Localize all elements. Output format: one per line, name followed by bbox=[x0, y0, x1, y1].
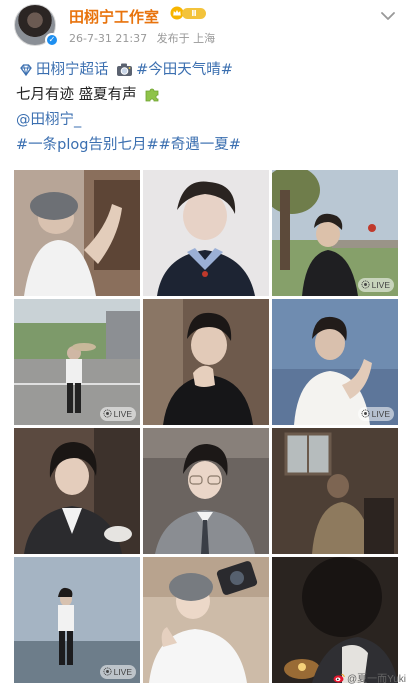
photo-8-image bbox=[143, 428, 269, 554]
mention-link[interactable]: @田栩宁_ bbox=[16, 112, 81, 128]
photo-2[interactable] bbox=[143, 170, 269, 296]
content-line-3: @田栩宁_ bbox=[16, 108, 400, 133]
chevron-down-icon[interactable] bbox=[380, 10, 396, 22]
live-photo-icon bbox=[103, 667, 112, 676]
content-line-4: #一条plog告别七月##奇遇一夏# bbox=[16, 133, 400, 158]
hashtag-link-weather[interactable]: #今田天气晴# bbox=[136, 62, 233, 78]
vip-level-badge: Ⅱ bbox=[170, 5, 208, 21]
verified-icon: ✓ bbox=[45, 33, 59, 47]
weibo-icon bbox=[333, 673, 345, 683]
super-topic-link[interactable]: 田栩宁超话 bbox=[36, 62, 109, 78]
content-line-2: 七月有迹 盛夏有声 bbox=[16, 83, 400, 108]
watermark-text: @夏一而Yuki bbox=[346, 674, 406, 685]
live-label: LIVE bbox=[371, 280, 390, 290]
author-name[interactable]: 田栩宁工作室 bbox=[69, 6, 159, 27]
photo-9[interactable] bbox=[272, 428, 398, 554]
post-content: 田栩宁超话 #今田天气晴# 七月有迹 盛夏有声 @田栩宁_ #一条plog告别七… bbox=[16, 58, 400, 158]
photo-1[interactable] bbox=[14, 170, 140, 296]
post-location: 发布于 上海 bbox=[156, 32, 216, 45]
photo-5[interactable] bbox=[143, 299, 269, 425]
photo-6[interactable]: LIVE bbox=[272, 299, 398, 425]
live-photo-icon bbox=[361, 409, 370, 418]
level-text: Ⅱ bbox=[182, 8, 206, 19]
live-label: LIVE bbox=[113, 667, 132, 677]
live-label: LIVE bbox=[371, 409, 390, 419]
live-badge: LIVE bbox=[99, 665, 136, 679]
photo-1-image bbox=[14, 170, 140, 296]
photo-9-image bbox=[272, 428, 398, 554]
photo-8[interactable] bbox=[143, 428, 269, 554]
puzzle-icon bbox=[145, 88, 159, 102]
post-meta: 26-7-31 21:37 发布于 上海 bbox=[69, 30, 221, 46]
photo-7-image bbox=[14, 428, 140, 554]
live-badge: LIVE bbox=[99, 407, 136, 421]
photo-12[interactable] bbox=[272, 557, 398, 683]
photo-10[interactable]: LIVE bbox=[14, 557, 140, 683]
photo-12-image bbox=[272, 557, 398, 683]
live-badge: LIVE bbox=[357, 407, 394, 421]
live-badge: LIVE bbox=[357, 278, 394, 292]
photo-2-image bbox=[143, 170, 269, 296]
watermark: @夏一而Yuki bbox=[333, 670, 406, 685]
content-line-1: 田栩宁超话 #今田天气晴# bbox=[16, 58, 400, 83]
photo-5-image bbox=[143, 299, 269, 425]
post-text: 七月有迹 盛夏有声 bbox=[16, 87, 137, 103]
photo-3[interactable]: LIVE bbox=[272, 170, 398, 296]
hashtag-link-plog[interactable]: #一条plog告别七月##奇遇一夏# bbox=[16, 137, 241, 153]
photo-4[interactable]: LIVE bbox=[14, 299, 140, 425]
photo-11-image bbox=[143, 557, 269, 683]
post-header: ✓ 田栩宁工作室 Ⅱ 26-7-31 21:37 发布于 上海 bbox=[0, 0, 412, 52]
diamond-icon bbox=[20, 64, 32, 77]
camera-icon bbox=[117, 63, 133, 76]
live-label: LIVE bbox=[113, 409, 132, 419]
photo-11[interactable] bbox=[143, 557, 269, 683]
photo-7[interactable] bbox=[14, 428, 140, 554]
post-timestamp: 26-7-31 21:37 bbox=[69, 32, 148, 45]
live-photo-icon bbox=[103, 409, 112, 418]
live-photo-icon bbox=[361, 280, 370, 289]
